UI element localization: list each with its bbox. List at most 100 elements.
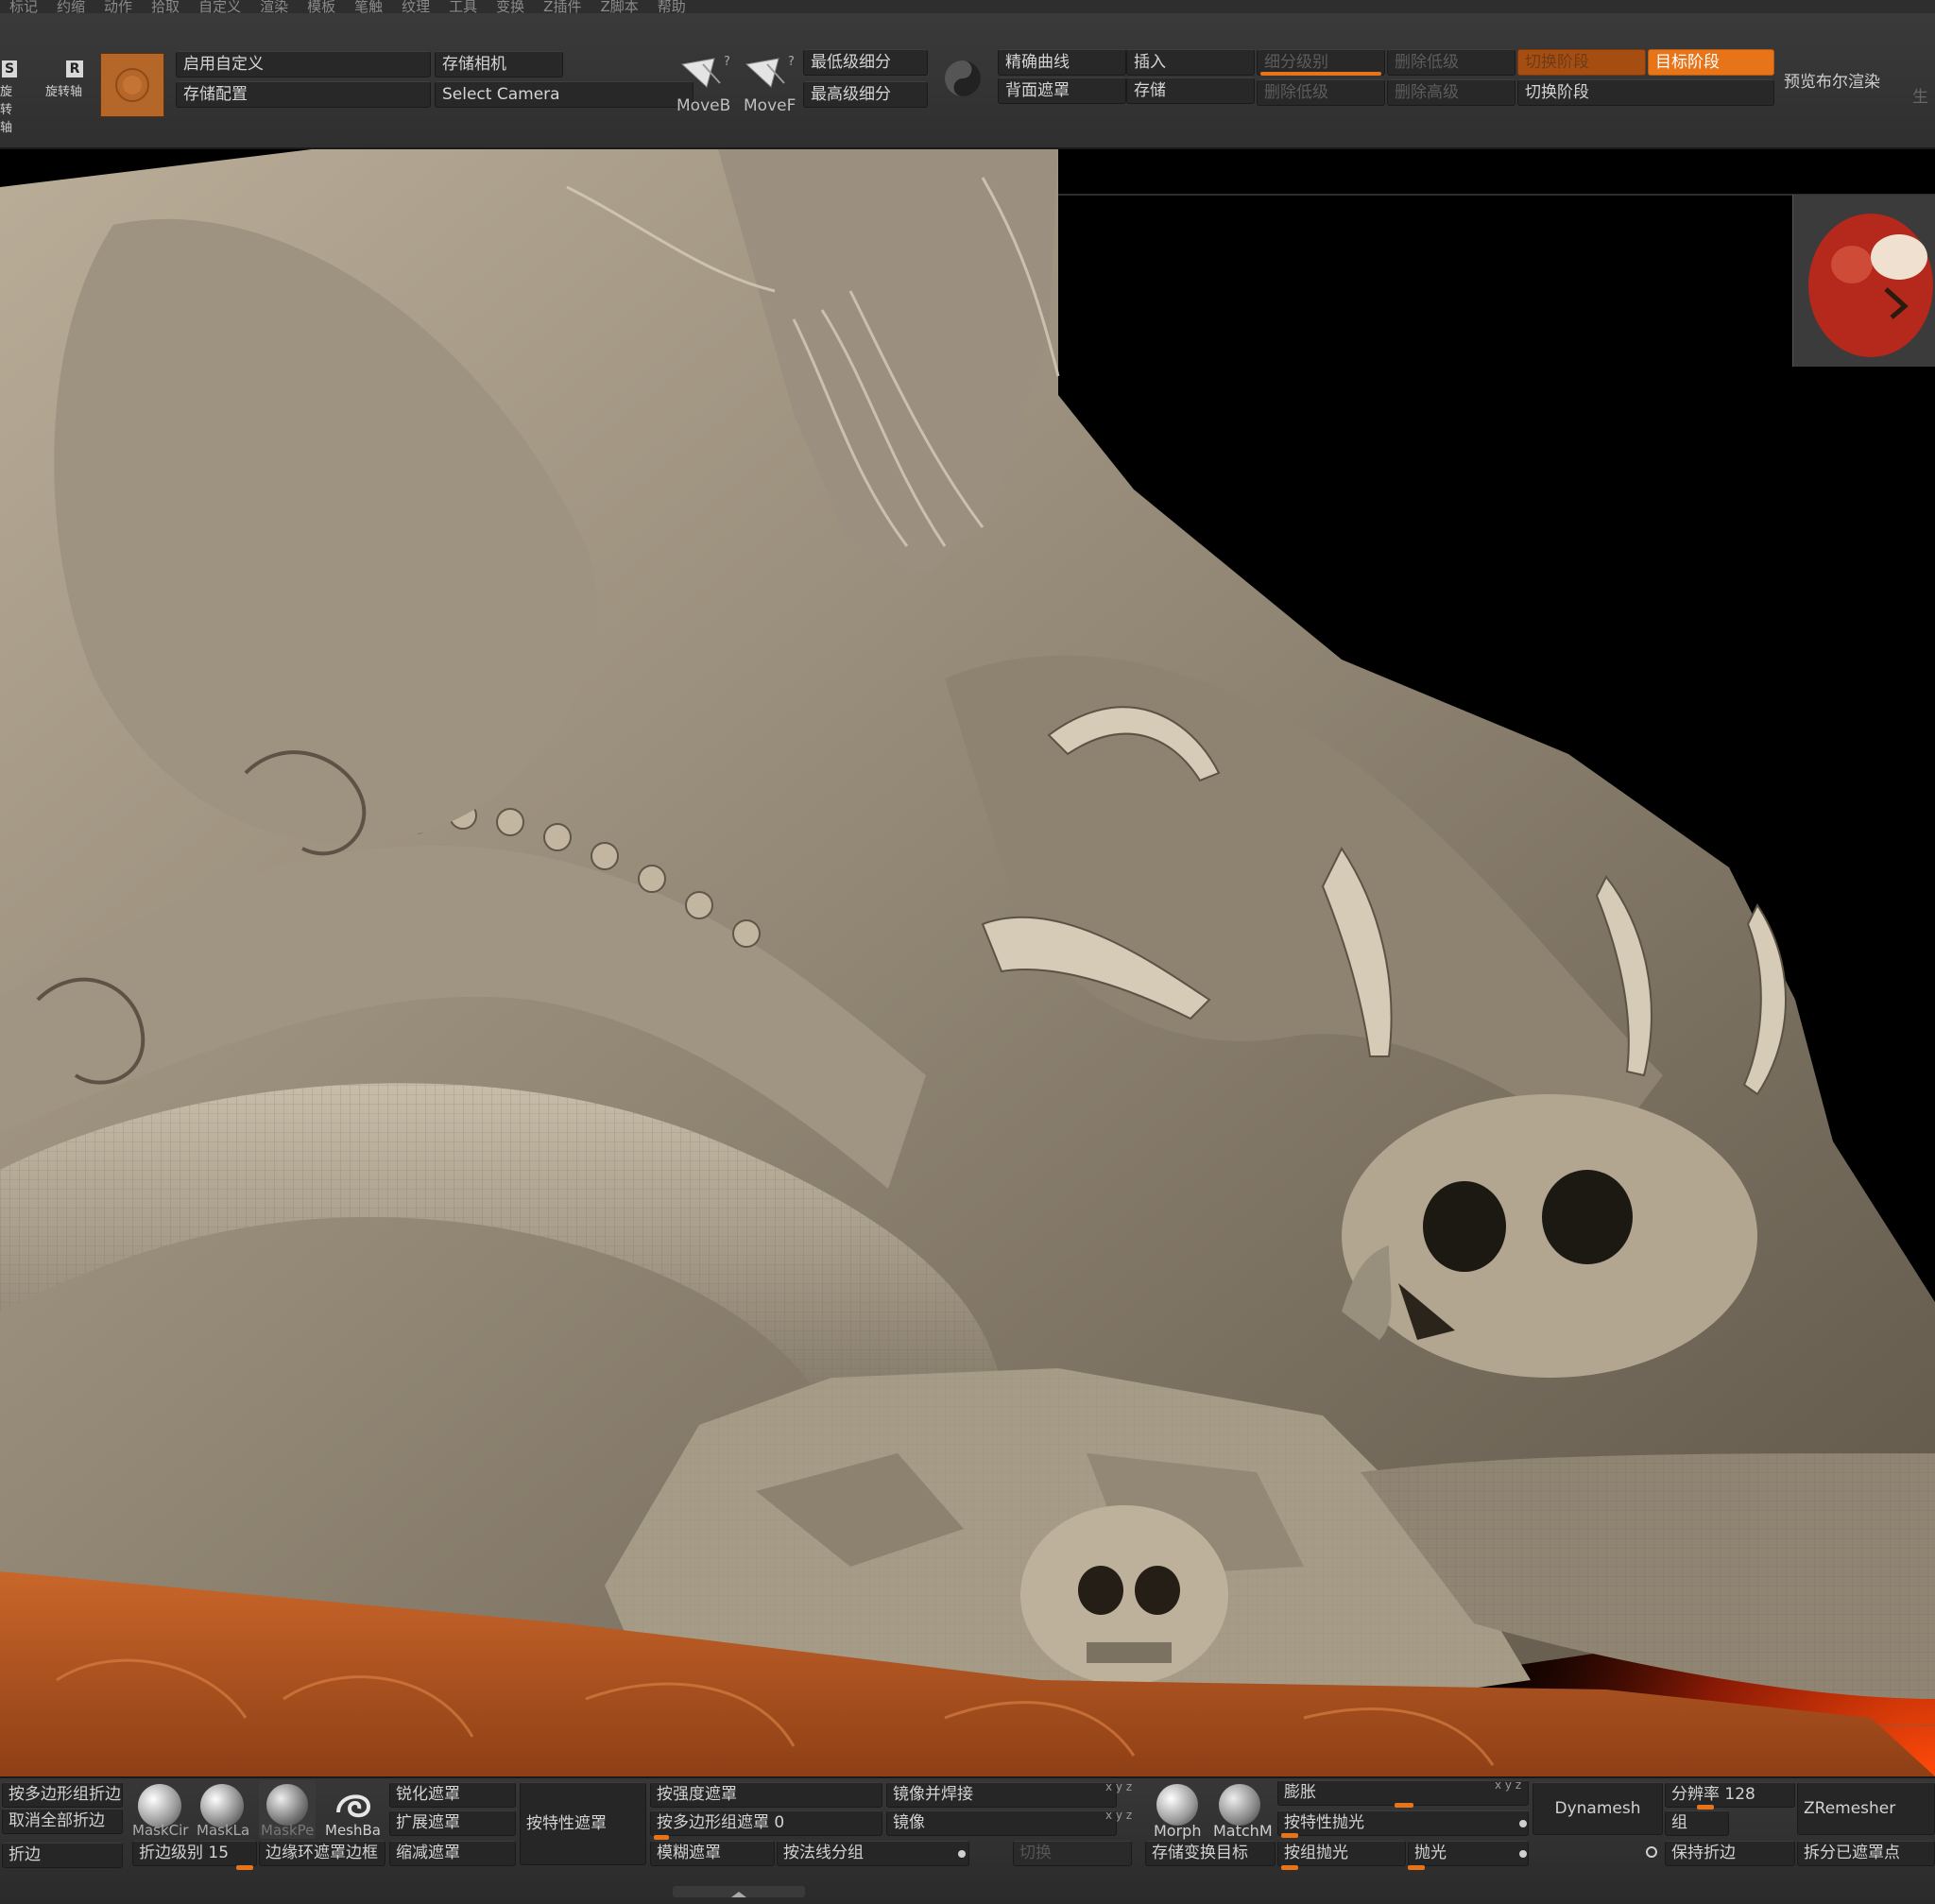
axis-label: 旋转轴 [45,85,83,99]
del-lower-2-button[interactable]: 删除低级 [1387,49,1515,76]
menu-item[interactable]: 渲染 [250,0,298,13]
group-toggle[interactable]: 组 [1665,1810,1729,1836]
resolution-label: 分辨率 [1671,1785,1720,1804]
yin-yang-icon [945,60,981,96]
brush-label: MaskCir [132,1822,189,1839]
shelf-scroll-handle[interactable] [673,1886,805,1897]
radio-ring-icon [1646,1846,1657,1858]
morph-label: Morph [1154,1822,1202,1840]
movef-label: MoveF [744,96,796,115]
crease-by-polygroup-button[interactable]: 按多边形组折边 [2,1782,123,1808]
del-lower-button[interactable]: 删除低级 [1257,79,1385,106]
menu-item[interactable]: 约缩 [47,0,94,13]
morph-button[interactable]: Morph [1151,1782,1211,1840]
precise-curve-button[interactable]: 精确曲线 [998,49,1126,76]
matchmaker-button[interactable]: MatchM [1213,1782,1274,1840]
edge-loop-mask-border-button[interactable]: 边缘环遮罩边框 [259,1841,385,1866]
group-by-normals-button[interactable]: 按法线分组 [777,1841,969,1866]
mask-by-polygroup-slider[interactable]: 按多边形组遮罩 0 [650,1810,882,1836]
axis-xyz-label: x y z [1495,1778,1522,1792]
enable-custom-button[interactable]: 启用自定义 [176,51,431,77]
menu-item[interactable]: 笔触 [345,0,392,13]
menu-item[interactable]: 工具 [439,0,487,13]
insert-button[interactable]: 插入 [1126,49,1255,76]
mask-by-polygroup-label: 按多边形组遮罩 [657,1813,769,1832]
sharpen-mask-button[interactable]: 锐化遮罩 [389,1782,516,1808]
zremesher-button[interactable]: ZRemesher [1797,1782,1935,1835]
mirror-button[interactable]: 镜像 [886,1810,1117,1836]
moveb-brush-icon [680,58,721,88]
maskpen-brush-button[interactable]: MaskPe [259,1780,316,1839]
menu-item[interactable]: 动作 [94,0,142,13]
movef-brush-icon [745,58,785,88]
menu-item[interactable]: 拾取 [142,0,189,13]
polish-by-features-slider[interactable]: 按特性抛光 [1277,1810,1529,1836]
toggle-dot-icon [958,1850,966,1858]
preview-boolean-render-button[interactable]: 预览布尔渲染 [1784,68,1880,92]
keep-creases-toggle[interactable]: 保持折边 [1665,1841,1795,1866]
movef-brush-button[interactable]: ? MoveF [739,55,801,119]
mask-by-feature-button[interactable]: 按特性遮罩 [520,1782,646,1865]
bottom-shelf: 按多边形组折边 取消全部折边 折边 MaskCir MaskLa MaskPe … [0,1776,1935,1900]
switch-stage-button[interactable]: 切换阶段 [1517,79,1774,106]
maskcircle-brush-button[interactable]: MaskCir [132,1780,189,1839]
menu-item[interactable]: 模板 [298,0,345,13]
local-symmetry-button[interactable]: S 旋转轴 [0,60,21,135]
menu-item[interactable]: 纹理 [392,0,439,13]
crease-level-slider[interactable]: 折边级别 15 [132,1841,257,1866]
mask-by-intensity-button[interactable]: 按强度遮罩 [650,1782,882,1808]
split-masked-points-button[interactable]: 拆分已遮罩点 [1797,1841,1935,1866]
menu-item[interactable]: 帮助 [648,0,695,13]
menu-item[interactable]: 标记 [0,0,47,13]
matchm-label: MatchM [1213,1822,1273,1840]
uncrease-all-button[interactable]: 取消全部折边 [2,1809,123,1834]
menu-item[interactable]: 变换 [487,0,534,13]
grow-mask-button[interactable]: 扩展遮罩 [389,1810,516,1836]
polish-by-groups-fill [1281,1865,1298,1870]
switch-stage-top-button[interactable]: 切换阶段 [1517,49,1646,76]
meshbalance-brush-button[interactable]: MeshBa [323,1780,382,1839]
material-swatch-button[interactable] [100,53,164,117]
help-icon: ? [724,55,730,69]
sphere-toggle-button[interactable] [943,59,983,98]
toggle-dot-icon [1519,1820,1527,1827]
shrink-mask-button[interactable]: 缩减遮罩 [389,1841,516,1866]
crease-button[interactable]: 折边 [2,1843,123,1868]
switch-dim-button[interactable]: 切换 [1013,1841,1132,1866]
backface-mask-button[interactable]: 背面遮罩 [998,77,1126,104]
material-preview-thumbnail[interactable] [1792,195,1935,367]
masklasso-brush-button[interactable]: MaskLa [195,1780,251,1839]
rotate-axis-button[interactable]: R 旋转轴 [45,60,89,106]
highest-subdiv-button[interactable]: 最高级细分 [803,81,928,108]
target-stage-button[interactable]: 目标阶段 [1648,49,1774,76]
subdiv-level-fill [1260,72,1381,76]
menu-item[interactable]: 自定义 [189,0,250,13]
3d-viewport[interactable] [0,149,1935,1776]
resolution-fill [1697,1805,1714,1810]
lowest-subdiv-button[interactable]: 最低级细分 [803,49,928,76]
del-higher-button[interactable]: 删除高级 [1387,79,1515,106]
resolution-slider[interactable]: 分辨率 128 [1665,1782,1795,1808]
polish-by-features-fill [1281,1833,1298,1838]
save-config-button[interactable]: 存储配置 [176,81,431,108]
moveb-label: MoveB [676,96,731,115]
save-camera-button[interactable]: 存储相机 [435,51,563,77]
polish-by-groups-slider[interactable]: 按组抛光 [1277,1841,1406,1866]
menu-item[interactable]: Z脚本 [591,0,647,13]
inflate-slider[interactable]: 膨胀 [1277,1780,1529,1806]
axis-label: 旋转轴 [0,85,13,135]
mirror-and-weld-button[interactable]: 镜像并焊接 [886,1782,1117,1808]
blur-mask-button[interactable]: 模糊遮罩 [650,1841,775,1866]
select-camera-button[interactable]: Select Camera [435,81,694,108]
store-button[interactable]: 存储 [1126,77,1255,104]
help-icon: ? [788,55,795,69]
dynamesh-button[interactable]: Dynamesh [1533,1782,1663,1835]
material-icon [115,68,149,102]
mask-by-polygroup-value: 0 [774,1813,785,1832]
crease-level-label: 折边级别 [139,1844,203,1862]
store-morph-target-button[interactable]: 存储变换目标 [1145,1841,1276,1866]
brush-label: MeshBa [325,1822,381,1839]
moveb-brush-button[interactable]: ? MoveB [675,55,737,119]
menu-item[interactable]: Z插件 [534,0,591,13]
polish-slider[interactable]: 抛光 [1408,1841,1529,1866]
